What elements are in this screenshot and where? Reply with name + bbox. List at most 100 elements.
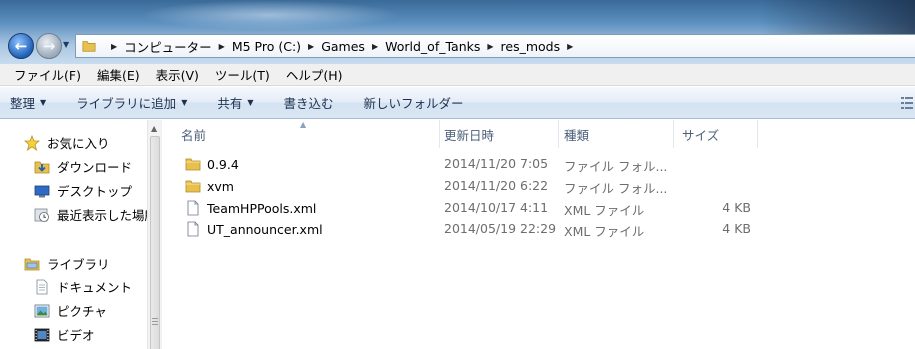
- column-type-label: 種類: [564, 127, 590, 143]
- nav-pictures[interactable]: ピクチャ: [34, 301, 107, 320]
- breadcrumb: ▶ コンピューター ▶ M5 Pro (C:) ▶ Games ▶ World_…: [104, 37, 580, 56]
- libraries-icon: [24, 258, 40, 270]
- column-header-size[interactable]: サイズ: [674, 120, 758, 148]
- file-row[interactable]: xvm 2014/11/20 6:22 ファイル フォル...: [163, 175, 863, 196]
- menu-bar: ファイル(F) 編集(E) 表示(V) ツール(T) ヘルプ(H): [0, 64, 915, 86]
- file-row[interactable]: TeamHPPools.xml 2014/10/17 4:11 XML ファイル…: [163, 197, 863, 218]
- command-bar: 整理 ▼ ライブラリに追加 ▼ 共有 ▼ 書き込む 新しいフォルダー: [0, 87, 915, 119]
- include-in-library-button[interactable]: ライブラリに追加 ▼: [76, 93, 187, 112]
- breadcrumb-games[interactable]: Games: [321, 39, 365, 54]
- pictures-icon: [34, 304, 50, 317]
- folder-icon: [82, 41, 96, 52]
- file-date: 2014/05/19 22:29: [444, 221, 557, 236]
- nav-libraries[interactable]: ライブラリ: [24, 254, 110, 273]
- column-size-label: サイズ: [682, 127, 720, 143]
- chevron-right-icon[interactable]: ▶: [487, 42, 493, 51]
- forward-button[interactable]: →: [36, 33, 62, 59]
- organize-label: 整理: [10, 96, 36, 111]
- file-date: 2014/11/20 7:05: [444, 156, 549, 171]
- downloads-folder-icon: [34, 161, 50, 173]
- nav-recent-label: 最近表示した場所: [57, 208, 158, 223]
- breadcrumb-computer[interactable]: コンピューター: [124, 37, 212, 56]
- nav-favorites-label: お気に入り: [47, 136, 110, 151]
- organize-button[interactable]: 整理 ▼: [10, 93, 46, 112]
- file-row[interactable]: 0.9.4 2014/11/20 7:05 ファイル フォル...: [163, 153, 863, 174]
- nav-libraries-label: ライブラリ: [47, 257, 110, 272]
- chevron-down-icon: ▼: [247, 98, 254, 107]
- share-button[interactable]: 共有 ▼: [217, 93, 253, 112]
- file-date: 2014/10/17 4:11: [444, 200, 549, 215]
- xml-file-icon: [187, 221, 199, 237]
- burn-button[interactable]: 書き込む: [284, 93, 334, 112]
- nav-pictures-label: ピクチャ: [57, 304, 107, 319]
- chevron-right-icon[interactable]: ▶: [567, 42, 573, 51]
- file-type: ファイル フォル...: [564, 159, 668, 174]
- file-name-cell: UT_announcer.xml: [185, 221, 323, 237]
- arrow-left-icon: ←: [14, 37, 28, 55]
- column-header-name[interactable]: 名前: [173, 120, 440, 148]
- chevron-right-icon[interactable]: ▶: [111, 42, 117, 51]
- arrow-right-icon: →: [42, 37, 56, 55]
- file-type: XML ファイル: [564, 203, 645, 218]
- file-size: 4 KB: [722, 221, 751, 236]
- nav-videos-label: ビデオ: [57, 328, 95, 343]
- file-name-cell: TeamHPPools.xml: [185, 200, 316, 216]
- file-type: XML ファイル: [564, 224, 645, 239]
- menu-tools[interactable]: ツール(T): [207, 65, 278, 84]
- nav-downloads[interactable]: ダウンロード: [34, 157, 132, 176]
- chevron-right-icon[interactable]: ▶: [219, 42, 225, 51]
- file-name: TeamHPPools.xml: [207, 200, 317, 216]
- nav-recent-places[interactable]: 最近表示した場所: [34, 205, 157, 224]
- file-size: 4 KB: [722, 200, 751, 215]
- menu-edit[interactable]: 編集(E): [89, 65, 148, 84]
- file-name-cell: xvm: [185, 178, 234, 194]
- chevron-down-icon: ▼: [40, 98, 47, 107]
- star-icon: [24, 134, 40, 151]
- column-date-label: 更新日時: [444, 127, 495, 143]
- file-row[interactable]: UT_announcer.xml 2014/05/19 22:29 XML ファ…: [163, 218, 863, 239]
- chevron-right-icon[interactable]: ▶: [308, 42, 314, 51]
- nav-documents[interactable]: ドキュメント: [34, 277, 132, 296]
- chevron-down-icon: ▼: [181, 98, 188, 107]
- videos-icon: [34, 328, 50, 341]
- glass-highlight: [140, 0, 400, 30]
- file-name-cell: 0.9.4: [185, 156, 239, 172]
- nav-videos[interactable]: ビデオ: [34, 325, 95, 344]
- column-header-date[interactable]: 更新日時: [436, 120, 559, 148]
- file-name: xvm: [207, 178, 234, 194]
- nav-documents-label: ドキュメント: [57, 280, 133, 295]
- menu-help[interactable]: ヘルプ(H): [278, 65, 351, 84]
- file-name: 0.9.4: [207, 156, 239, 172]
- breadcrumb-drive[interactable]: M5 Pro (C:): [232, 39, 301, 54]
- nav-desktop[interactable]: デスクトップ: [34, 181, 132, 200]
- breadcrumb-res-mods[interactable]: res_mods: [501, 39, 561, 54]
- recent-places-icon: [34, 208, 49, 222]
- menu-file[interactable]: ファイル(F): [6, 65, 89, 84]
- new-folder-button[interactable]: 新しいフォルダー: [364, 93, 464, 112]
- breadcrumb-world-of-tanks[interactable]: World_of_Tanks: [385, 39, 480, 54]
- include-library-label: ライブラリに追加: [76, 96, 177, 111]
- navigation-pane: お気に入り ダウンロード デスクトップ 最近表示した場所 ライブラリ ドキュメン…: [0, 120, 162, 349]
- menu-view[interactable]: 表示(V): [148, 65, 207, 84]
- column-header-type[interactable]: 種類: [556, 120, 674, 148]
- file-date: 2014/11/20 6:22: [444, 178, 549, 193]
- recent-pages-dropdown[interactable]: ▼: [63, 40, 69, 49]
- nav-downloads-label: ダウンロード: [57, 160, 133, 175]
- nav-desktop-label: デスクトップ: [57, 184, 133, 199]
- share-label: 共有: [217, 96, 243, 111]
- nav-favorites[interactable]: お気に入り: [24, 133, 110, 152]
- scroll-up-icon[interactable]: ▲: [151, 124, 157, 133]
- scrollbar-grip-icon: [152, 318, 158, 326]
- folder-icon: [185, 180, 201, 193]
- address-bar[interactable]: ▶ コンピューター ▶ M5 Pro (C:) ▶ Games ▶ World_…: [75, 34, 915, 58]
- xml-file-icon: [187, 200, 199, 216]
- desktop-icon: [34, 185, 50, 197]
- back-button[interactable]: ←: [8, 33, 34, 59]
- file-name: UT_announcer.xml: [207, 221, 323, 237]
- navigation-scrollbar[interactable]: ▲: [147, 120, 162, 349]
- view-options-icon[interactable]: [901, 96, 913, 110]
- burn-label: 書き込む: [283, 96, 334, 111]
- column-name-label: 名前: [181, 127, 207, 143]
- folder-icon: [185, 158, 201, 171]
- chevron-right-icon[interactable]: ▶: [372, 42, 378, 51]
